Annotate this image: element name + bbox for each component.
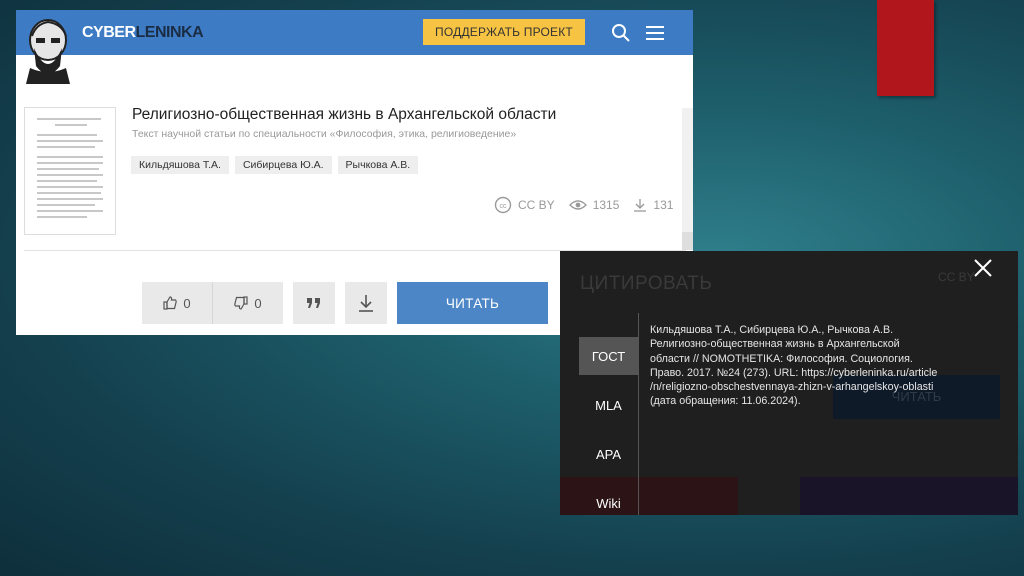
article-thumbnail[interactable] (24, 107, 116, 235)
citation-line: (дата обращения: 11.06.2024). (650, 395, 801, 408)
tab-mla[interactable]: MLA (579, 386, 638, 424)
cite-dialog: ЦИТИРОВАТЬ CC BY ЧИТАТЬ ГОСТ MLA APA Wik… (560, 251, 1018, 515)
site-logo-text[interactable]: CYBERLENINKA (82, 24, 204, 42)
article-card: Религиозно-общественная жизнь в Архангел… (24, 70, 686, 250)
logo-part-cyber: CYBER (82, 24, 136, 41)
citation-line: Право. 2017. №24 (273). URL: https://cyb… (650, 366, 938, 379)
dislike-count: 0 (254, 295, 262, 311)
thumbs-up-icon (163, 296, 178, 310)
license-label[interactable]: CC BY (518, 198, 555, 212)
citation-format-tabs: ГОСТ MLA APA Wiki (579, 337, 638, 515)
like-button[interactable]: 0 (142, 282, 212, 324)
like-count: 0 (183, 295, 191, 311)
citation-line: области // NOMOTHETIKA: Философия. Социо… (650, 352, 913, 365)
close-icon[interactable] (972, 257, 994, 279)
vote-group: 0 0 (142, 282, 283, 324)
author-tag[interactable]: Кильдяшова Т.А. (131, 156, 229, 174)
scrollbar-track[interactable] (682, 108, 693, 238)
article-subtitle: Текст научной статьи по специальности «Ф… (132, 128, 517, 140)
tab-divider (638, 313, 639, 515)
views-count: 1315 (592, 198, 620, 212)
downloads-count: 131 (653, 198, 674, 212)
article-actions: 0 0 ЧИТАТЬ (142, 282, 548, 324)
logo-part-leninka: LENINKA (135, 24, 204, 41)
header-spacer (16, 55, 693, 69)
support-project-button[interactable]: ПОДДЕРЖАТЬ ПРОЕКТ (423, 19, 585, 45)
author-tag[interactable]: Рычкова А.В. (337, 156, 419, 174)
creative-commons-icon: cc (494, 196, 512, 214)
tab-gost[interactable]: ГОСТ (579, 337, 638, 375)
citation-text[interactable]: Кильдяшова Т.А., Сибирцева Ю.А., Рычкова… (650, 323, 980, 409)
search-icon[interactable] (610, 22, 632, 44)
tab-apa[interactable]: APA (579, 435, 638, 473)
svg-text:cc: cc (500, 203, 508, 210)
thumbs-down-icon (234, 296, 248, 310)
citation-line: Кильдяшова Т.А., Сибирцева Ю.А., Рычкова… (650, 324, 894, 336)
dislike-button[interactable]: 0 (212, 282, 283, 324)
read-button[interactable]: ЧИТАТЬ (397, 282, 548, 324)
tab-wiki[interactable]: Wiki (579, 484, 638, 515)
background-banner (800, 477, 1018, 515)
citation-line: /n/religiozno-obschestvennaya-zhizn-v-ar… (650, 381, 934, 394)
site-header: CYBERLENINKA ПОДДЕРЖАТЬ ПРОЕКТ (16, 10, 693, 55)
article-meta: cc CC BY 1315 131 (494, 196, 673, 214)
download-icon (359, 295, 373, 312)
scrollbar-thumb[interactable] (682, 232, 693, 250)
lenin-logo-icon[interactable] (22, 18, 74, 84)
decorative-red-bar (877, 0, 934, 96)
citation-line: Религиозно-общественная жизнь в Архангел… (650, 338, 900, 351)
article-title[interactable]: Религиозно-общественная жизнь в Архангел… (132, 106, 556, 124)
download-button[interactable] (345, 282, 387, 324)
background-license-label: CC BY (938, 270, 975, 284)
eye-icon (568, 200, 587, 210)
cite-dialog-title: ЦИТИРОВАТЬ (580, 273, 713, 294)
download-count-icon (634, 199, 647, 212)
quote-icon (307, 298, 320, 308)
author-tag[interactable]: Сибирцева Ю.А. (234, 156, 332, 174)
cite-button[interactable] (293, 282, 335, 324)
hamburger-menu-icon[interactable] (644, 22, 666, 44)
author-list: Кильдяшова Т.А. Сибирцева Ю.А. Рычкова А… (131, 156, 419, 174)
